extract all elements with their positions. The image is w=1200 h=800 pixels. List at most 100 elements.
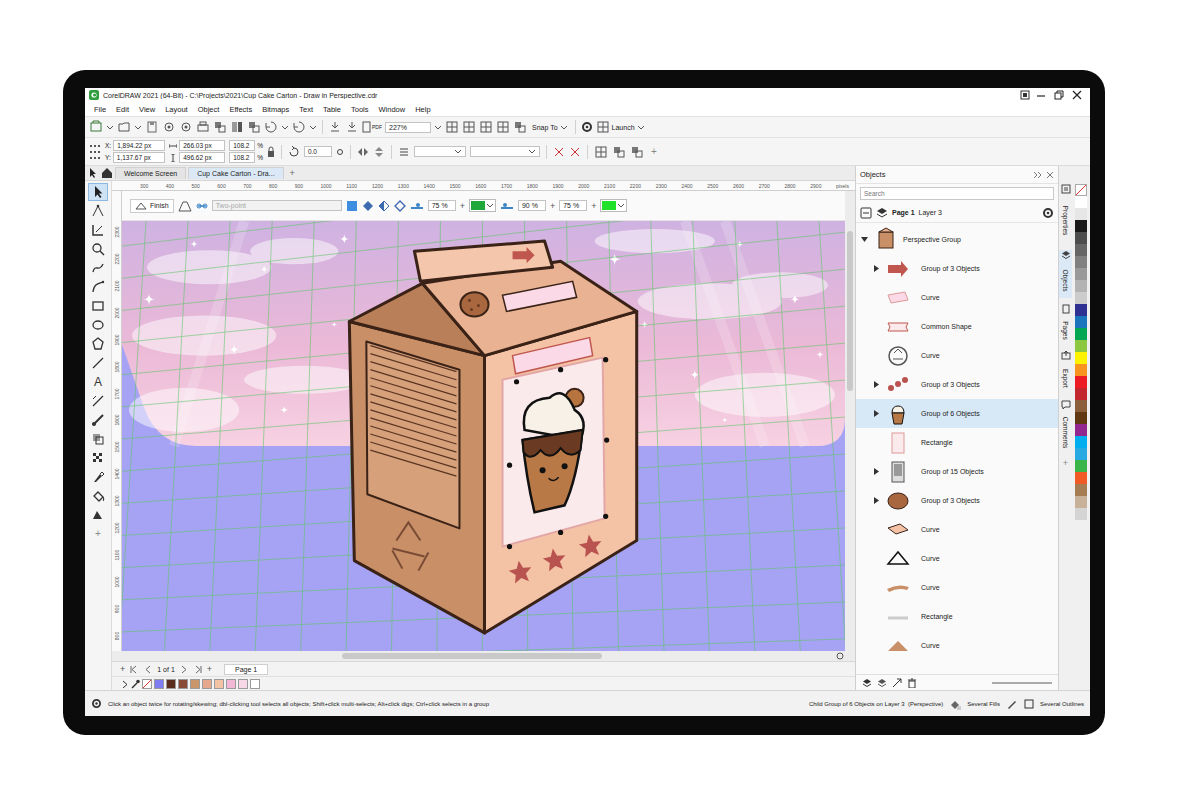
new-tab-button[interactable]: + — [286, 168, 299, 178]
docker-tab[interactable]: Properties — [1059, 184, 1073, 244]
tool-button[interactable] — [88, 221, 108, 239]
outline-width-icon[interactable] — [398, 146, 410, 158]
dropdown-arrow-icon[interactable] — [281, 124, 289, 131]
horizontal-scrollbar[interactable] — [112, 651, 855, 661]
rotate-icon[interactable] — [288, 146, 300, 158]
last-page-icon[interactable] — [193, 665, 203, 674]
new-master-layer-icon[interactable] — [877, 678, 887, 688]
full-screen-icon[interactable] — [445, 120, 459, 134]
object-row[interactable]: Curve — [856, 341, 1058, 370]
dropdown-arrow-icon[interactable] — [106, 124, 114, 131]
objects-search-input[interactable] — [864, 190, 1050, 197]
object-row[interactable]: Curve — [856, 283, 1058, 312]
grid-icon[interactable] — [479, 120, 493, 134]
expander[interactable] — [872, 467, 881, 476]
color-picker[interactable] — [600, 199, 627, 212]
document-color-swatch[interactable] — [250, 679, 260, 689]
palette-swatch[interactable] — [1075, 448, 1087, 460]
object-row[interactable]: Rectangle — [856, 428, 1058, 457]
menu-item[interactable]: View — [134, 104, 160, 115]
width-field[interactable]: 266.03 px — [179, 140, 225, 151]
add-page-before-button[interactable]: + — [120, 664, 125, 674]
finish-button[interactable]: Finish — [130, 199, 174, 213]
object-row[interactable]: Perspective Group — [856, 225, 1058, 254]
add-docker-button[interactable]: + — [1063, 458, 1068, 468]
eyedropper-icon[interactable] — [130, 679, 140, 689]
palette-swatch[interactable] — [1075, 292, 1087, 304]
tool-button[interactable] — [88, 411, 108, 429]
transparency-2-icon[interactable] — [378, 200, 390, 212]
palette-swatch[interactable] — [1075, 412, 1087, 424]
outline-swatch-icon[interactable] — [1024, 699, 1034, 709]
pick-tool-header-icon[interactable] — [87, 167, 99, 179]
page-tab[interactable]: Page 1 — [224, 664, 268, 675]
palette-swatch[interactable] — [1075, 400, 1087, 412]
menu-item[interactable]: Help — [410, 104, 435, 115]
tool-button[interactable] — [88, 449, 108, 467]
height-field[interactable]: 496.62 px — [179, 152, 225, 163]
scroll-thumb[interactable] — [847, 231, 853, 391]
palette-swatch[interactable] — [1075, 388, 1087, 400]
width-icon[interactable] — [169, 142, 177, 150]
tool-button[interactable] — [88, 202, 108, 220]
fill-icon[interactable] — [949, 698, 961, 710]
tool-button[interactable] — [88, 316, 108, 334]
y-field[interactable]: 1,137.67 px — [113, 152, 165, 163]
palette-swatch[interactable] — [1075, 196, 1087, 208]
launch-icon[interactable] — [596, 120, 610, 134]
launch-button[interactable]: Launch — [596, 120, 645, 134]
document-color-swatch[interactable] — [154, 679, 164, 689]
transparency-icon[interactable] — [362, 200, 374, 212]
palette-swatch[interactable] — [1075, 256, 1087, 268]
palette-swatch[interactable] — [1075, 280, 1087, 292]
palette-swatch[interactable] — [1075, 352, 1087, 364]
angle-field[interactable]: 0.0 — [304, 146, 332, 157]
lock-ratio-icon[interactable] — [267, 146, 275, 158]
print-icon[interactable] — [196, 120, 210, 134]
zoom-navigator-icon[interactable] — [836, 652, 845, 661]
opacity-stepper[interactable]: + — [460, 201, 465, 211]
link-icon[interactable] — [196, 201, 208, 211]
docker-tab[interactable]: Comments — [1059, 400, 1073, 452]
opacity-slider-icon[interactable] — [410, 201, 424, 211]
menu-item[interactable]: Tools — [346, 104, 374, 115]
scale-x-field[interactable]: 108.2 — [229, 140, 255, 151]
object-row[interactable]: Group of 3 Objects — [856, 254, 1058, 283]
perspective-icon[interactable] — [178, 200, 192, 212]
add-page-after-button[interactable]: + — [207, 664, 212, 674]
object-row[interactable]: Curve — [856, 573, 1058, 602]
no-color-swatch[interactable] — [142, 679, 152, 689]
expander[interactable] — [860, 235, 869, 244]
document-color-swatch[interactable] — [238, 679, 248, 689]
x-field[interactable]: 1,894.22 px — [113, 140, 165, 151]
expander[interactable] — [872, 409, 881, 418]
previous-page-icon[interactable] — [143, 665, 153, 674]
snap-to-button[interactable]: Snap To — [530, 124, 570, 131]
tool-button[interactable] — [88, 506, 108, 524]
opacity-field[interactable]: 75 % — [559, 200, 587, 211]
cloud-icon[interactable] — [162, 120, 176, 134]
expander[interactable] — [872, 264, 881, 273]
home-icon[interactable] — [101, 167, 113, 179]
document-color-swatch[interactable] — [166, 679, 176, 689]
object-row[interactable]: Group of 3 Objects — [856, 370, 1058, 399]
tool-button[interactable] — [88, 278, 108, 296]
palette-swatch[interactable] — [1075, 232, 1087, 244]
palette-swatch[interactable] — [1075, 316, 1087, 328]
palette-swatch[interactable] — [1075, 436, 1087, 448]
transparency-3-icon[interactable] — [394, 200, 406, 212]
wrap-text-icon[interactable] — [594, 145, 608, 159]
palette-swatch[interactable] — [1075, 328, 1087, 340]
degree-icon[interactable] — [336, 148, 344, 156]
zoom-field[interactable]: 227% — [385, 122, 431, 133]
tool-button[interactable]: A — [88, 373, 108, 391]
thumbnail-size-slider[interactable] — [992, 682, 1052, 684]
cut-icon[interactable] — [213, 120, 227, 134]
tool-button[interactable] — [88, 183, 108, 201]
minimize-icon[interactable] — [1034, 90, 1048, 100]
tool-button[interactable] — [88, 487, 108, 505]
to-front-icon[interactable] — [612, 145, 626, 159]
menu-item[interactable]: Edit — [111, 104, 134, 115]
palette-swatch[interactable] — [1075, 304, 1087, 316]
delete-icon[interactable] — [907, 678, 917, 688]
